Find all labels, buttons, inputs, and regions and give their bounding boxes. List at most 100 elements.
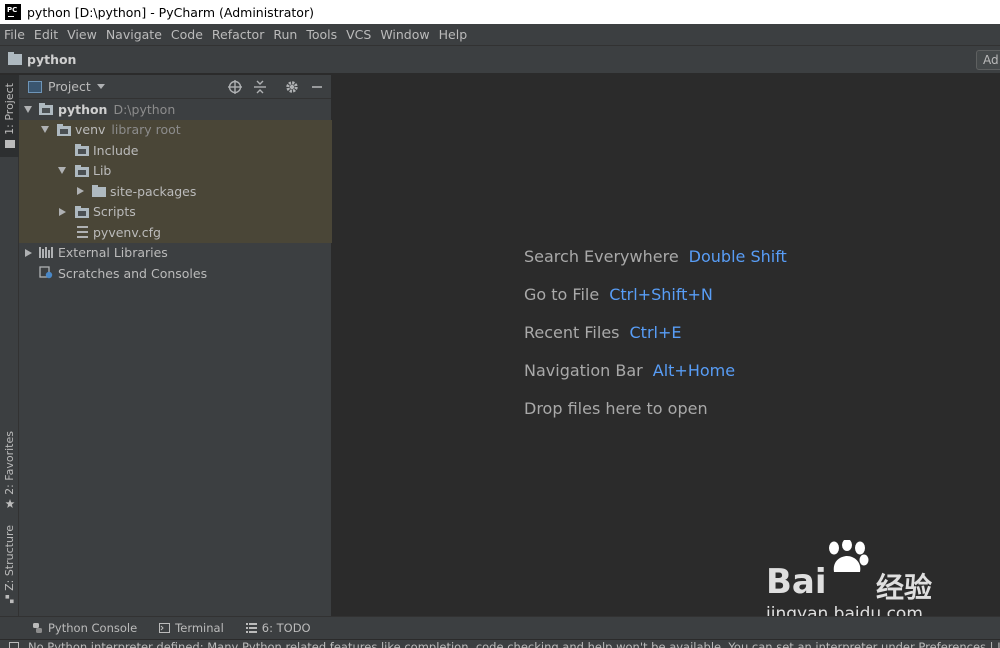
chevron-down-icon[interactable] [96, 84, 105, 89]
venv-note: library root [111, 122, 181, 138]
status-message[interactable]: No Python interpreter defined: Many Pyth… [28, 640, 1000, 648]
folder-icon [4, 139, 15, 148]
folder-icon [57, 123, 71, 136]
hint-label: Recent Files [524, 323, 620, 342]
todo-label: 6: TODO [261, 621, 311, 635]
tab-favorites-label: 2: Favorites [3, 431, 16, 495]
tree-row-pyvenv[interactable]: pyvenv.cfg [19, 222, 332, 243]
folder-icon [75, 205, 89, 218]
menu-run[interactable]: Run [269, 27, 302, 42]
text-file-icon [77, 226, 88, 238]
expand-arrow-icon[interactable] [57, 207, 67, 217]
scripts-label: Scripts [93, 204, 136, 220]
tree-row-scratches[interactable]: Scratches and Consoles [19, 263, 332, 284]
hint-navigation-bar: Navigation Bar Alt+Home [524, 361, 735, 380]
tab-structure-label: Z: Structure [3, 525, 16, 591]
folder-icon [8, 52, 22, 65]
expand-arrow-icon[interactable] [57, 166, 67, 176]
navigation-bar: python Ad [0, 46, 1000, 74]
expand-arrow-icon[interactable] [23, 104, 33, 114]
scratches-icon [39, 266, 53, 279]
bottom-tool-bar: Python Console Terminal 6: TODO [0, 616, 1000, 639]
project-view-selector[interactable]: Project [48, 79, 91, 94]
expand-arrow-icon[interactable] [23, 248, 33, 258]
root-path: D:\python [113, 101, 176, 117]
venv-label: venv library root [75, 122, 181, 137]
terminal-button[interactable]: Terminal [159, 621, 224, 635]
venv-name: venv [75, 122, 106, 138]
star-icon [5, 498, 14, 508]
structure-icon [5, 594, 14, 604]
left-tool-strip: 1: Project 2: Favorites Z: Structure [0, 75, 19, 616]
hint-label: Drop files here to open [524, 399, 708, 418]
lib-label: Lib [93, 163, 112, 179]
title-bar: PC python [D:\python] - PyCharm (Adminis… [0, 0, 1000, 24]
tab-project[interactable]: 1: Project [0, 75, 19, 157]
hint-recent-files: Recent Files Ctrl+E [524, 323, 681, 342]
pycharm-logo-icon: PC [5, 4, 21, 20]
menu-window[interactable]: Window [376, 27, 434, 42]
tab-project-label: 1: Project [3, 83, 16, 135]
tree-row-root[interactable]: python D:\python [19, 99, 332, 120]
editor-area[interactable]: Search Everywhere Double Shift Go to File… [333, 75, 1000, 616]
breadcrumb-project[interactable]: python [27, 52, 76, 67]
menu-help[interactable]: Help [435, 27, 473, 42]
menu-file[interactable]: File [0, 27, 30, 42]
expand-arrow-icon[interactable] [75, 186, 85, 196]
expand-arrow-icon[interactable] [40, 125, 50, 135]
locate-icon[interactable] [227, 79, 243, 95]
terminal-icon [159, 623, 171, 633]
menu-vcs[interactable]: VCS [342, 27, 376, 42]
tree-row-site-packages[interactable]: site-packages [19, 181, 332, 202]
watermark-brand: Bai [766, 562, 827, 602]
folder-icon [39, 103, 53, 115]
window-title: python [D:\python] - PyCharm (Administra… [27, 4, 314, 20]
todo-button[interactable]: 6: TODO [245, 621, 311, 635]
add-configuration-button[interactable]: Ad [976, 50, 1000, 70]
collapse-all-icon[interactable] [252, 79, 268, 95]
menu-tools[interactable]: Tools [302, 27, 342, 42]
menu-edit[interactable]: Edit [30, 27, 63, 42]
hint-shortcut: Ctrl+E [629, 323, 682, 342]
scratches-label: Scratches and Consoles [58, 265, 208, 281]
baidu-paw-logo-icon [829, 540, 869, 572]
tool-windows-toggle-icon[interactable] [9, 642, 19, 648]
tree-row-lib[interactable]: Lib [19, 161, 332, 182]
tree-row-external-libraries[interactable]: External Libraries [19, 243, 332, 264]
menu-navigate[interactable]: Navigate [102, 27, 167, 42]
status-bar: No Python interpreter defined: Many Pyth… [0, 639, 1000, 648]
folder-icon [92, 185, 106, 197]
tab-favorites[interactable]: 2: Favorites [0, 431, 19, 511]
include-label: Include [93, 142, 139, 158]
tree-row-include[interactable]: Include [19, 140, 332, 161]
watermark-brand-suffix: 经验 [876, 571, 933, 604]
minimize-icon[interactable] [309, 79, 325, 95]
project-view-icon [28, 80, 42, 93]
hint-shortcut: Double Shift [688, 247, 787, 266]
menu-view[interactable]: View [63, 27, 102, 42]
site-packages-label: site-packages [110, 183, 197, 199]
python-console-label: Python Console [48, 621, 138, 635]
hint-label: Go to File [524, 285, 600, 304]
folder-icon [75, 164, 89, 177]
python-console-button[interactable]: Python Console [32, 621, 137, 635]
baidu-jingyan-watermark: Bai 经验 jingyan.baidu.com [754, 540, 944, 625]
terminal-label: Terminal [175, 621, 224, 635]
logo-text: PC [7, 6, 18, 14]
external-libraries-label: External Libraries [58, 245, 168, 261]
menu-refactor[interactable]: Refactor [208, 27, 269, 42]
tree-row-scripts[interactable]: Scripts [19, 202, 332, 223]
menu-bar: File Edit View Navigate Code Refactor Ru… [0, 24, 1000, 46]
hint-label: Navigation Bar [524, 361, 643, 380]
hint-shortcut: Alt+Home [652, 361, 736, 380]
folder-icon [75, 144, 89, 156]
tab-structure[interactable]: Z: Structure [0, 525, 19, 605]
todo-list-icon [245, 623, 257, 633]
hint-drop-files: Drop files here to open [524, 399, 708, 418]
project-tool-window: Project python D:\python venv library root… [19, 75, 332, 616]
tree-row-venv[interactable]: venv library root [19, 120, 332, 141]
gear-icon[interactable] [284, 79, 300, 95]
library-icon [39, 246, 53, 258]
hint-shortcut: Ctrl+Shift+N [609, 285, 713, 304]
menu-code[interactable]: Code [167, 27, 208, 42]
